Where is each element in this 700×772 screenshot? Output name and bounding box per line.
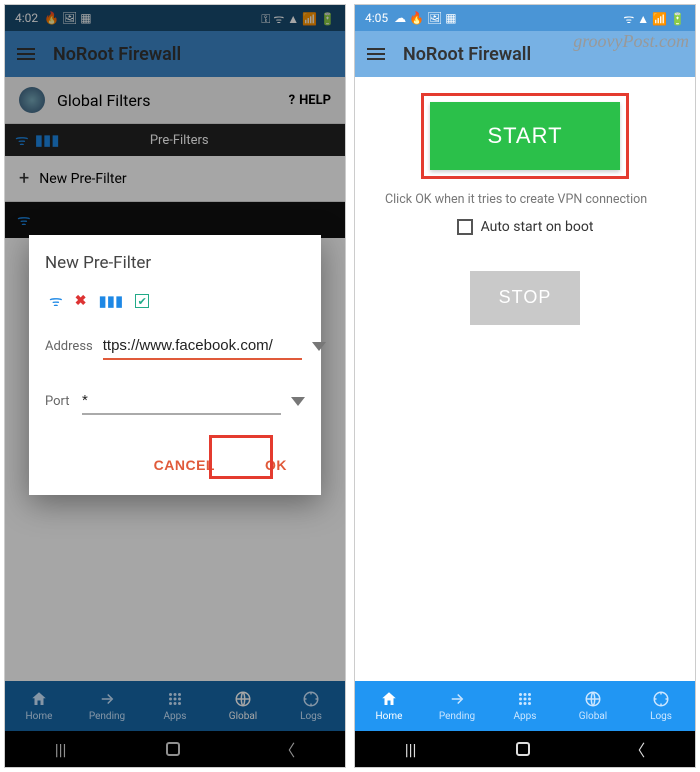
nav-apps-label: Apps [514,711,537,722]
back-button[interactable]: 〈 [279,737,295,761]
status-bar: 4:05 ☁ 🔥 🖼 ▦ ᯤ ▲ 📶 🔋 [355,5,695,31]
nav-global[interactable]: Global [209,681,277,731]
section-label: Global Filters [57,91,150,110]
filter-strip: ᯤ [5,202,345,238]
status-time: 4:02 [15,11,38,25]
menu-icon[interactable] [17,48,35,60]
nav-pending[interactable]: Pending [423,681,491,731]
protocol-icons: ᯤ ✖ ▮▮▮ ✔ [45,291,305,311]
nav-logs-label: Logs [300,711,322,722]
nav-apps[interactable]: Apps [141,681,209,731]
status-icons-left: 🔥 🖼 ▦ [44,11,91,25]
stop-button: STOP [470,271,580,325]
pending-icon [98,690,116,708]
nav-global[interactable]: Global [559,681,627,731]
prefilters-tab[interactable]: ᯤ ▮▮▮ Pre-Filters [5,124,345,156]
status-icons-right: ᯤ ▲ 📶 🔋 [623,10,685,27]
dialog-title: New Pre-Filter [45,253,305,273]
allow-icon[interactable]: ✔ [135,294,149,308]
apps-icon [516,690,534,708]
global-filters-row[interactable]: Global Filters ? HELP [5,77,345,124]
highlight-start: START [421,93,629,179]
tab-label: Pre-Filters [69,133,289,148]
recent-apps-button[interactable]: ||| [55,740,67,759]
nav-logs-label: Logs [650,711,672,722]
home-button[interactable] [516,742,530,756]
status-bar: 4:02 🔥 🖼 ▦ ⚿ ᯤ ▲ 📶 🔋 [5,5,345,31]
new-prefilter-row[interactable]: + New Pre-Filter [5,156,345,202]
nav-logs[interactable]: Logs [627,681,695,731]
nav-home-label: Home [376,711,403,722]
port-label: Port [45,394,72,409]
nav-logs[interactable]: Logs [277,681,345,731]
port-input[interactable] [82,388,281,415]
address-dropdown-icon[interactable] [312,342,326,351]
bottom-nav: Home Pending Apps Global Logs [355,681,695,731]
pending-icon [448,690,466,708]
system-nav: ||| 〈 [5,731,345,767]
nav-pending-label: Pending [89,711,125,722]
nav-home[interactable]: Home [355,681,423,731]
status-icons-right: ⚿ ᯤ ▲ 📶 🔋 [261,10,335,27]
auto-start-label: Auto start on boot [481,219,594,235]
ok-button[interactable]: OK [255,449,297,481]
apps-icon [166,690,184,708]
wifi-icon[interactable]: ᯤ [49,291,63,311]
system-nav: ||| 〈 [355,731,695,767]
cancel-button[interactable]: CANCEL [144,449,225,481]
address-input[interactable] [103,333,302,360]
nav-home-label: Home [26,711,53,722]
home-icon [380,690,398,708]
logs-icon [302,690,320,708]
signal-icon: ▮▮▮ [35,131,60,149]
home-icon [30,690,48,708]
nav-pending[interactable]: Pending [73,681,141,731]
help-button[interactable]: ? HELP [289,93,331,108]
signal-icon[interactable]: ▮▮▮ [98,292,123,310]
wifi-icon: ᯤ [15,130,29,150]
globe-icon [19,87,45,113]
globe-icon [584,690,602,708]
start-button[interactable]: START [430,102,620,170]
menu-icon[interactable] [367,48,385,60]
left-screenshot: 4:02 🔥 🖼 ▦ ⚿ ᯤ ▲ 📶 🔋 NoRoot Firewall Glo… [4,4,346,768]
wifi-icon: ᯤ [17,210,31,230]
bottom-nav: Home Pending Apps Global Logs [5,681,345,731]
nav-apps-label: Apps [164,711,187,722]
checkbox-icon[interactable] [457,219,473,235]
status-time: 4:05 [365,11,388,25]
address-label: Address [45,339,93,354]
nav-global-label: Global [229,711,257,722]
plus-icon: + [19,168,29,189]
nav-pending-label: Pending [439,711,475,722]
globe-icon [234,690,252,708]
screen-content: START Click OK when it tries to create V… [355,77,695,681]
app-title: NoRoot Firewall [53,44,181,65]
home-button[interactable] [166,742,180,756]
vpn-hint-text: Click OK when it tries to create VPN con… [385,191,647,209]
auto-start-checkbox-row[interactable]: Auto start on boot [457,219,594,235]
app-bar: NoRoot Firewall [5,31,345,77]
status-icons-left: ☁ 🔥 🖼 ▦ [394,11,456,25]
port-dropdown-icon[interactable] [291,397,305,406]
port-field-row: Port [45,388,305,415]
right-screenshot: groovyPost.com 4:05 ☁ 🔥 🖼 ▦ ᯤ ▲ 📶 🔋 NoRo… [354,4,696,768]
recent-apps-button[interactable]: ||| [405,740,417,759]
nav-global-label: Global [579,711,607,722]
new-prefilter-dialog: New Pre-Filter ᯤ ✖ ▮▮▮ ✔ Address Port CA… [29,235,321,495]
app-bar: NoRoot Firewall [355,31,695,77]
block-icon[interactable]: ✖ [75,293,87,309]
app-title: NoRoot Firewall [403,44,531,65]
back-button[interactable]: 〈 [629,737,645,761]
address-field-row: Address [45,333,305,360]
help-icon: ? [289,93,295,108]
logs-icon [652,690,670,708]
help-label: HELP [299,93,331,108]
new-prefilter-label: New Pre-Filter [39,171,126,187]
dialog-actions: CANCEL OK [45,443,305,485]
nav-home[interactable]: Home [5,681,73,731]
nav-apps[interactable]: Apps [491,681,559,731]
